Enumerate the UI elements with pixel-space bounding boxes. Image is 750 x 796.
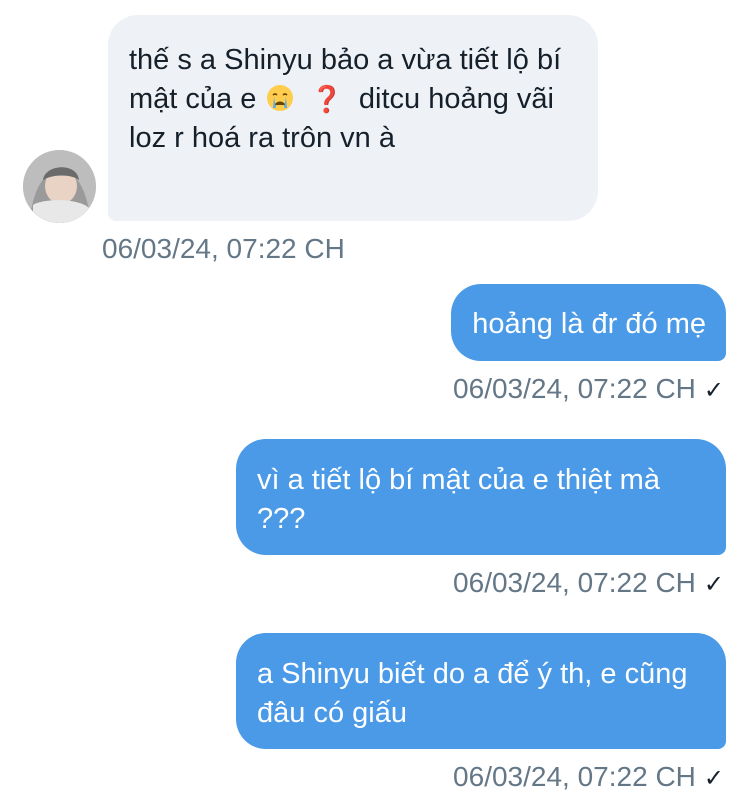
sent-check-icon: ✓ bbox=[703, 377, 724, 404]
sender-avatar[interactable] bbox=[23, 150, 96, 223]
sent-check-icon: ✓ bbox=[703, 765, 724, 792]
sent-check-icon: ✓ bbox=[703, 571, 724, 598]
question-mark-icon: ❓ bbox=[310, 84, 343, 114]
message-text: vì a tiết lộ bí mật của e thiệt mà ??? bbox=[257, 464, 660, 535]
incoming-message-bubble[interactable]: thế s a Shinyu bảo a vừa tiết lộ bí mật … bbox=[108, 15, 598, 221]
timestamp-text: 06/03/24, 07:22 CH bbox=[453, 373, 696, 404]
timestamp-text: 06/03/24, 07:22 CH bbox=[453, 761, 696, 792]
outgoing-message-bubble[interactable]: a Shinyu biết do a để ý th, e cũng đâu c… bbox=[236, 633, 726, 749]
message-text: a Shinyu biết do a để ý th, e cũng đâu c… bbox=[257, 658, 688, 729]
avatar-image bbox=[23, 150, 96, 223]
message-timestamp: 06/03/24, 07:22 CH bbox=[102, 232, 345, 266]
message-timestamp: 06/03/24, 07:22 CH ✓ bbox=[453, 566, 724, 602]
outgoing-message-bubble[interactable]: hoảng là đr đó mẹ bbox=[451, 284, 726, 361]
outgoing-message-bubble[interactable]: vì a tiết lộ bí mật của e thiệt mà ??? bbox=[236, 439, 726, 555]
message-timestamp: 06/03/24, 07:22 CH ✓ bbox=[453, 760, 724, 796]
message-timestamp: 06/03/24, 07:22 CH ✓ bbox=[453, 372, 724, 408]
timestamp-text: 06/03/24, 07:22 CH bbox=[102, 233, 345, 264]
message-text: hoảng là đr đó mẹ bbox=[472, 308, 706, 340]
crying-face-icon bbox=[267, 85, 294, 111]
timestamp-text: 06/03/24, 07:22 CH bbox=[453, 567, 696, 598]
